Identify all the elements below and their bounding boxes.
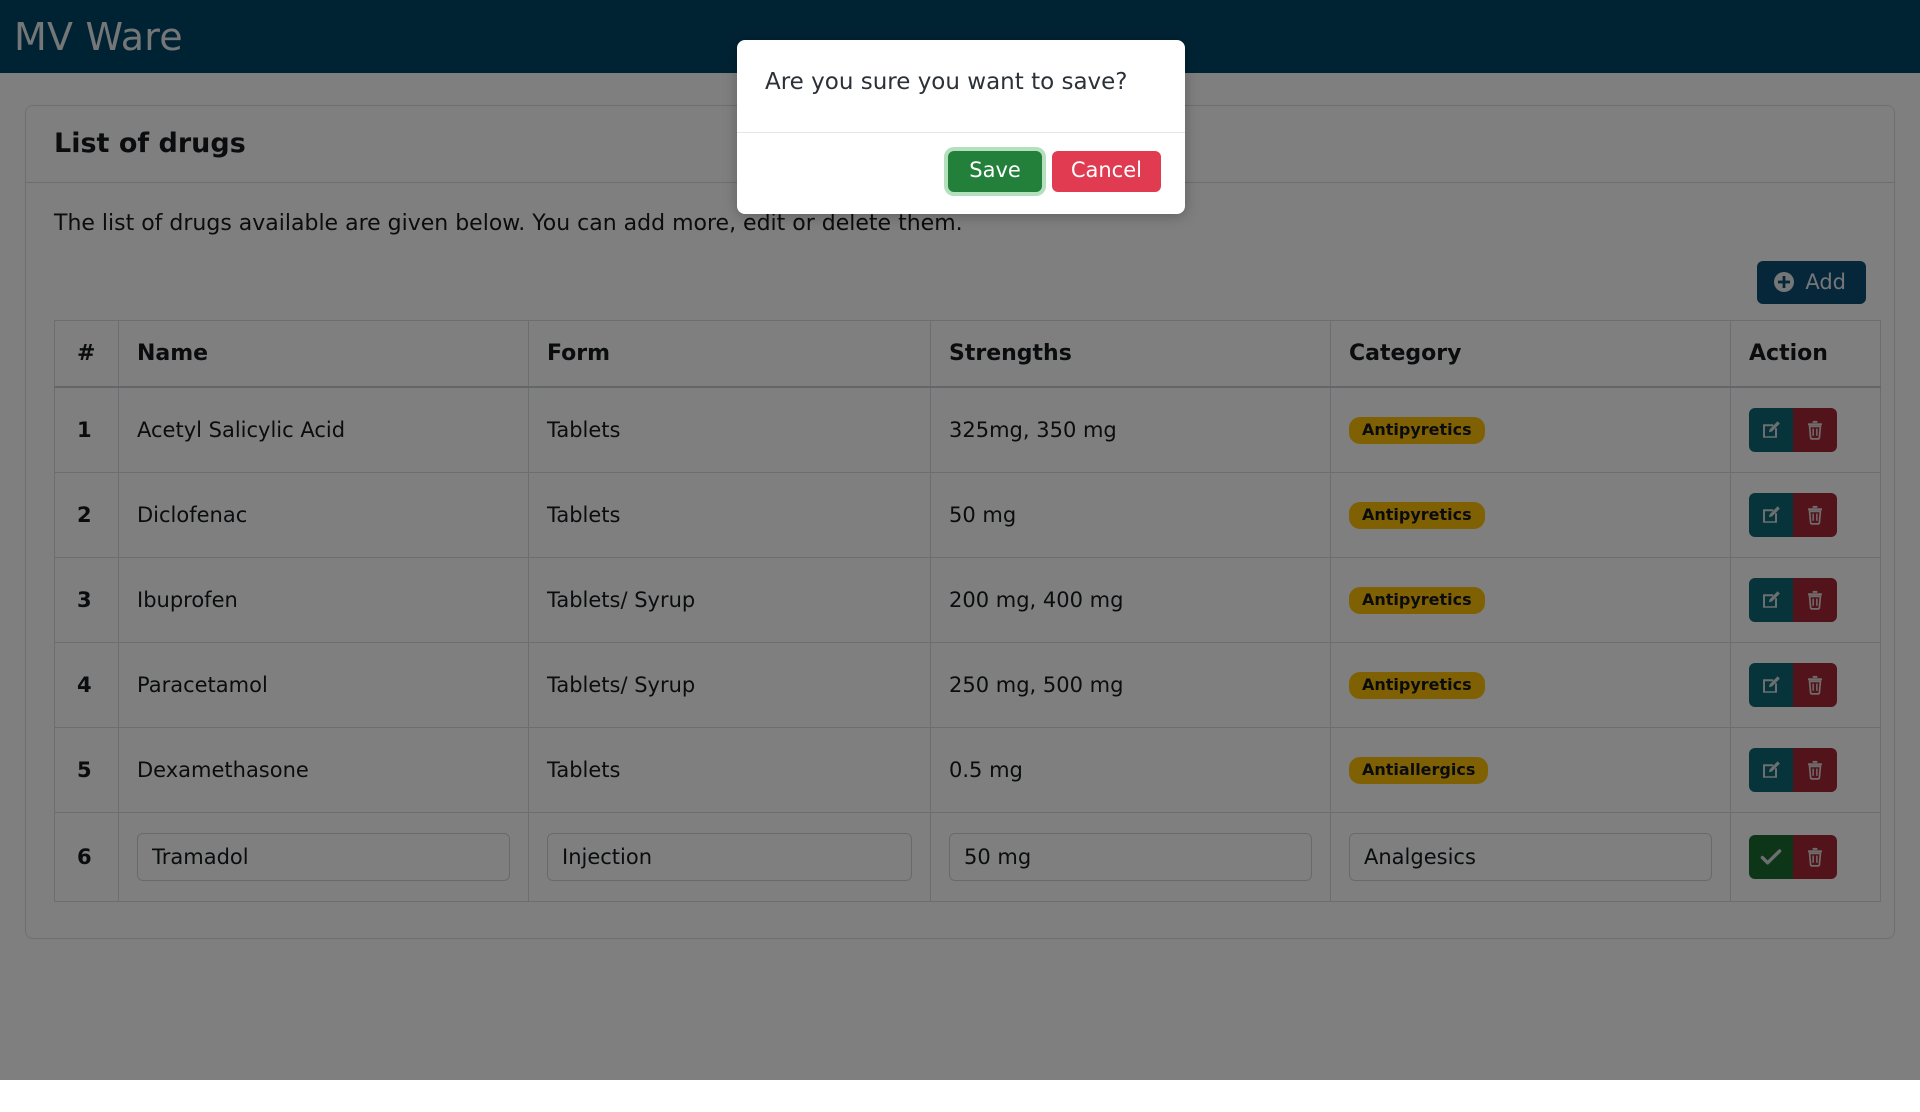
- save-confirmation-modal: Are you sure you want to save? Save Canc…: [737, 40, 1185, 214]
- modal-footer: Save Cancel: [737, 133, 1185, 214]
- cancel-button[interactable]: Cancel: [1052, 151, 1161, 192]
- save-button[interactable]: Save: [948, 151, 1042, 192]
- modal-question-text: Are you sure you want to save?: [765, 68, 1157, 98]
- modal-body: Are you sure you want to save?: [737, 40, 1185, 133]
